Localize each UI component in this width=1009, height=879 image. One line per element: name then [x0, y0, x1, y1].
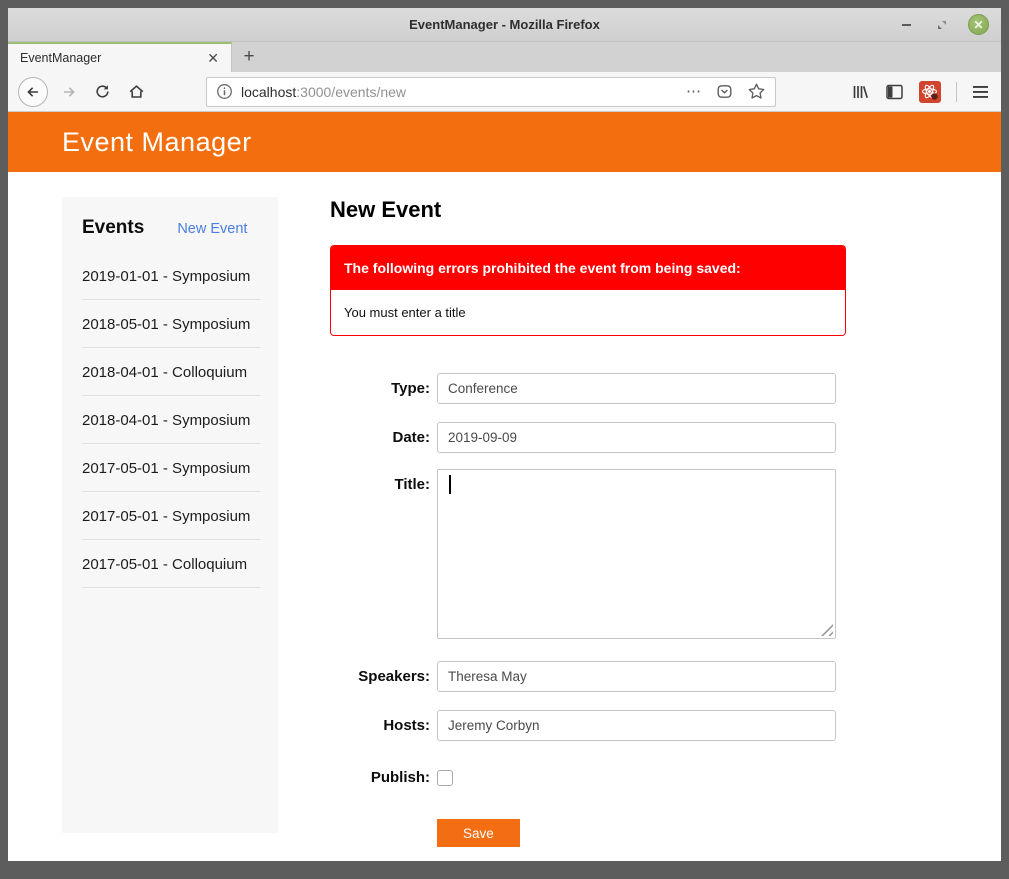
publish-label: Publish: [370, 769, 430, 786]
event-list-item[interactable]: 2017-05-01 - Colloquium [82, 540, 260, 588]
restore-icon [938, 20, 946, 29]
save-button[interactable]: Save [437, 819, 520, 847]
tab-title: EventManager [20, 51, 102, 65]
type-label: Type: [391, 380, 430, 397]
back-button[interactable] [18, 76, 48, 107]
url-text[interactable]: localhost:3000/events/new [241, 84, 686, 100]
close-icon: ✕ [973, 17, 984, 32]
error-message: You must enter a title [331, 290, 845, 335]
hosts-input[interactable] [437, 710, 836, 741]
close-button[interactable]: ✕ [968, 14, 989, 35]
speakers-input[interactable] [437, 661, 836, 692]
date-label: Date: [392, 429, 430, 446]
page-title: New Event [330, 197, 442, 222]
site-info-icon[interactable] [216, 83, 233, 100]
type-input[interactable] [437, 373, 836, 404]
event-list: 2019-01-01 - Symposium 2018-05-01 - Symp… [82, 252, 260, 588]
back-arrow-icon [27, 86, 38, 97]
title-label: Title: [394, 476, 430, 493]
events-heading: Events [82, 217, 145, 238]
error-box: The following errors prohibited the even… [330, 245, 846, 336]
toolbar-separator [956, 81, 957, 102]
speakers-label: Speakers: [358, 668, 430, 685]
url-host: localhost [241, 83, 297, 100]
tab-close-icon[interactable]: ✕ [205, 51, 221, 65]
event-list-item[interactable]: 2018-04-01 - Symposium [82, 396, 260, 444]
publish-checkbox[interactable] [437, 770, 453, 786]
tab-bar: EventManager ✕ + [8, 42, 1001, 72]
save-row: Save [437, 819, 846, 847]
speakers-row: Speakers: [330, 661, 846, 692]
react-devtools-extension-icon[interactable] [919, 80, 941, 103]
library-icon[interactable] [851, 83, 870, 101]
type-row: Type: [330, 373, 846, 404]
forward-arrow-icon [63, 86, 75, 97]
restore-button[interactable] [932, 15, 952, 35]
app-title: Event Manager [62, 126, 252, 157]
window-controls: ✕ [896, 8, 989, 41]
navigation-toolbar: localhost:3000/events/new ⋯ [8, 72, 1001, 112]
reload-button[interactable] [89, 78, 116, 105]
event-list-item[interactable]: 2018-04-01 - Colloquium [82, 348, 260, 396]
app-header: Event Manager [8, 112, 1001, 172]
url-path: :3000/events/new [296, 83, 407, 100]
event-list-item[interactable]: 2018-05-01 - Symposium [82, 300, 260, 348]
page-viewport: Event Manager Events New Event 2019-01-0… [8, 112, 1001, 861]
home-icon [129, 85, 144, 98]
page-content: Events New Event 2019-01-01 - Symposium … [8, 172, 1001, 861]
sidebars-icon[interactable] [885, 83, 904, 101]
hosts-row: Hosts: [330, 710, 846, 741]
error-header: The following errors prohibited the even… [331, 246, 845, 290]
title-row: Title: [330, 469, 846, 639]
event-list-item[interactable]: 2017-05-01 - Symposium [82, 492, 260, 540]
pocket-icon[interactable] [716, 83, 733, 100]
urlbar-actions: ⋯ [686, 82, 766, 101]
page-actions-icon[interactable]: ⋯ [686, 84, 702, 99]
event-list-item[interactable]: 2019-01-01 - Symposium [82, 252, 260, 300]
date-row: Date: [330, 422, 846, 453]
hosts-label: Hosts: [383, 717, 430, 734]
sidebar-header: Events New Event [82, 217, 260, 239]
reload-icon [96, 85, 109, 98]
bookmark-star-icon[interactable] [747, 82, 766, 101]
toolbar-right-icons [851, 80, 989, 103]
new-event-main: New Event The following errors prohibite… [330, 172, 846, 847]
browser-window: EventManager - Mozilla Firefox ✕ EventMa… [8, 8, 1001, 861]
window-titlebar[interactable]: EventManager - Mozilla Firefox ✕ [8, 8, 1001, 42]
menu-hamburger-icon[interactable] [972, 85, 989, 99]
events-sidebar: Events New Event 2019-01-01 - Symposium … [62, 197, 278, 833]
window-title: EventManager - Mozilla Firefox [409, 17, 600, 32]
tab-eventmanager[interactable]: EventManager ✕ [8, 42, 232, 72]
url-bar[interactable]: localhost:3000/events/new ⋯ [206, 76, 776, 107]
event-list-item[interactable]: 2017-05-01 - Symposium [82, 444, 260, 492]
home-button[interactable] [123, 78, 150, 105]
publish-row: Publish: [330, 762, 846, 793]
text-caret [449, 475, 451, 494]
title-textarea[interactable] [437, 469, 836, 639]
date-input[interactable] [437, 422, 836, 453]
new-tab-button[interactable]: + [232, 42, 266, 72]
new-event-link[interactable]: New Event [177, 221, 247, 237]
forward-button[interactable] [55, 78, 82, 105]
minimize-icon [901, 23, 911, 26]
minimize-button[interactable] [896, 15, 916, 35]
